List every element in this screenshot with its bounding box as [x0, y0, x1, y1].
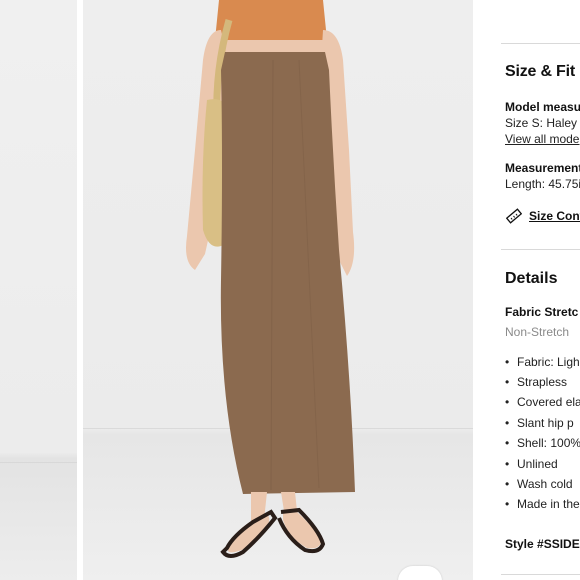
detail-bullet: Fabric: Ligh [505, 355, 580, 369]
model-size-text: Size S: Haley [505, 116, 578, 130]
detail-bullet: Shell: 100% [505, 436, 580, 450]
detail-bullet: Unlined [505, 457, 558, 471]
size-conversion-link[interactable]: Size Conv [529, 209, 580, 223]
size-fit-heading: Size & Fit [505, 63, 576, 80]
model-in-dress-illustration [83, 0, 473, 558]
detail-bullet: Made in the [505, 497, 580, 511]
product-main-image[interactable] [83, 0, 473, 580]
floor-line [0, 462, 77, 463]
length-text: Length: 45.75i [505, 177, 580, 191]
gallery-thumbnail-previous[interactable] [0, 0, 77, 580]
fabric-stretch-value: Non-Stretch [505, 325, 570, 339]
section-divider [501, 43, 580, 44]
measurements-label: Measurement [505, 161, 580, 175]
detail-bullet: Wash cold [505, 477, 573, 491]
details-heading: Details [505, 270, 558, 287]
carousel-next-button[interactable] [398, 566, 442, 580]
view-all-models-link[interactable]: View all mode [505, 132, 579, 146]
model-measurements-label: Model measu [505, 100, 580, 114]
product-info-panel: Size & Fit Model measu Size S: Haley Vie… [473, 0, 580, 580]
fabric-stretch-label: Fabric Stretc [505, 305, 579, 319]
section-divider [501, 574, 580, 575]
detail-bullet: Slant hip p [505, 416, 574, 430]
detail-bullet: Covered ela [505, 395, 580, 409]
style-number: Style #SSIDE [505, 537, 580, 551]
ruler-icon [506, 208, 522, 224]
detail-bullet: Strapless [505, 375, 567, 389]
section-divider [501, 249, 580, 250]
